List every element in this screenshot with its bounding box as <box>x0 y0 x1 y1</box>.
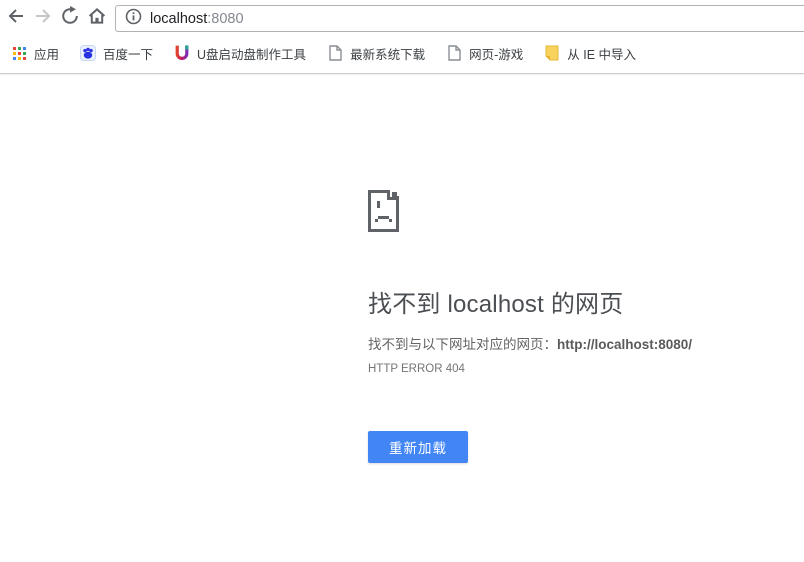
page-icon <box>327 45 343 61</box>
baidu-paw-icon <box>80 45 97 61</box>
page-icon <box>446 45 462 61</box>
bookmark-web-games[interactable]: 网页-游戏 <box>440 40 529 66</box>
yellow-folder-icon <box>544 45 560 61</box>
back-button[interactable] <box>2 5 29 32</box>
bookmark-system-download[interactable]: 最新系统下载 <box>321 40 431 66</box>
apps-grid-icon <box>11 45 27 61</box>
apps-label: 应用 <box>34 47 60 62</box>
url-port: :8080 <box>207 10 244 27</box>
url-text: localhost:8080 <box>150 11 244 27</box>
home-icon <box>87 6 107 31</box>
back-arrow-icon <box>6 6 26 31</box>
forward-button[interactable] <box>29 5 56 32</box>
error-title: 找不到 localhost 的网页 <box>368 291 624 318</box>
apps-shortcut[interactable]: 应用 <box>5 40 65 66</box>
reload-page-button[interactable]: 重新加载 <box>368 431 468 463</box>
u-disk-icon <box>174 45 190 61</box>
info-icon[interactable] <box>125 8 142 30</box>
page-content: 找不到 localhost 的网页 找不到与以下网址对应的网页：http://l… <box>0 75 804 562</box>
bookmark-import-from-ie[interactable]: 从 IE 中导入 <box>538 40 642 66</box>
error-message: 找不到与以下网址对应的网页：http://localhost:8080/ <box>368 335 768 354</box>
reload-button[interactable] <box>56 5 83 32</box>
bookmark-label: 最新系统下载 <box>350 47 426 62</box>
bookmark-label: 从 IE 中导入 <box>567 47 637 62</box>
home-button[interactable] <box>83 5 110 32</box>
bookmark-label: 百度一下 <box>103 47 154 62</box>
bookmark-u-disk-tool[interactable]: U盘启动盘制作工具 <box>168 40 312 66</box>
address-bar[interactable]: localhost:8080 <box>115 5 804 32</box>
bookmark-baidu[interactable]: 百度一下 <box>74 40 159 66</box>
forward-arrow-icon <box>33 6 53 31</box>
sad-file-icon <box>368 190 768 237</box>
url-host: localhost <box>150 10 208 27</box>
bookmark-label: U盘启动盘制作工具 <box>197 47 307 62</box>
bookmark-label: 网页-游戏 <box>469 47 524 62</box>
browser-toolbar: localhost:8080 <box>0 0 804 33</box>
error-code: HTTP ERROR 404 <box>368 363 465 375</box>
error-message-text: 找不到与以下网址对应的网页： <box>368 337 557 352</box>
reload-icon <box>60 6 80 31</box>
failed-url: http://localhost:8080/ <box>557 337 693 352</box>
bookmarks-bar: 应用 百度一下 U盘启动盘制作工具 最新系统下载 网页-游戏 从 IE 中导入 <box>0 33 804 74</box>
error-container: 找不到 localhost 的网页 找不到与以下网址对应的网页：http://l… <box>368 190 768 463</box>
